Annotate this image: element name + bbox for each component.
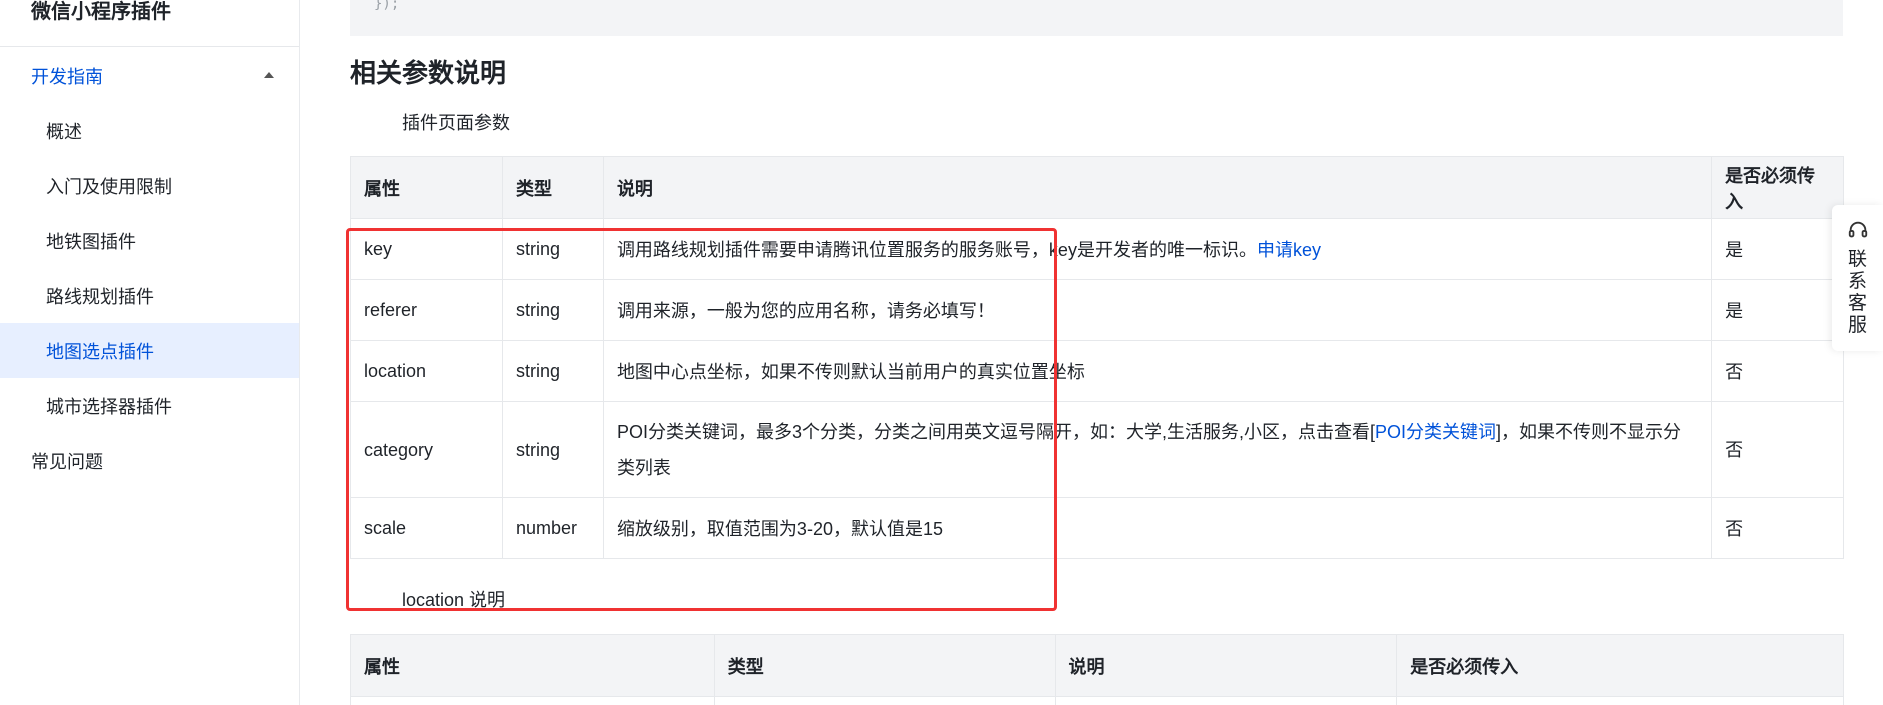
cell-type: string [501, 340, 604, 402]
cell-type: string [501, 218, 604, 280]
sidebar: 微信小程序插件 开发指南 概述 入门及使用限制 地铁图插件 路线规划插件 地图选… [0, 0, 300, 705]
column-header: 说明 [602, 156, 1713, 219]
cell-required: 否 [1711, 340, 1844, 402]
cell-attr: location [350, 340, 503, 402]
table-row: scale number 缩放级别，取值范围为3-20，默认值是15 否 [350, 497, 1844, 559]
headset-icon [1847, 219, 1869, 241]
cell-attr: scale [350, 497, 503, 559]
column-header: 类型 [713, 634, 1056, 697]
column-header: 属性 [350, 634, 715, 697]
sidebar-item-label: 常见问题 [31, 451, 103, 472]
sidebar-item-faq[interactable]: 常见问题 [0, 433, 299, 488]
sidebar-item-label: 入门及使用限制 [46, 176, 172, 197]
sidebar-item-subway-plugin[interactable]: 地铁图插件 [0, 213, 299, 268]
sidebar-group-dev-guide[interactable]: 开发指南 [0, 48, 299, 103]
chevron-up-icon [264, 72, 274, 78]
sidebar-item-getting-started[interactable]: 入门及使用限制 [0, 158, 299, 213]
cell-required: 否 [1711, 497, 1844, 559]
poi-category-link[interactable]: POI分类关键词 [1375, 422, 1496, 442]
sidebar-divider [0, 46, 299, 47]
cell-type: string [501, 401, 604, 498]
apply-key-link[interactable]: 申请key [1257, 240, 1321, 260]
table-row: key string 调用路线规划插件需要申请腾讯位置服务的服务账号，key是开… [350, 218, 1844, 280]
sidebar-item-label: 概述 [46, 121, 82, 142]
cell-required: 否 [1711, 401, 1844, 498]
sidebar-item-label: 城市选择器插件 [46, 396, 172, 417]
cell-attr: category [350, 401, 503, 498]
column-header: 是否必须传入 [1396, 634, 1844, 697]
table-header-row: 属性 类型 说明 是否必须传入 [350, 634, 1844, 697]
table-row: category string POI分类关键词，最多3个分类，分类之间用英文逗… [350, 401, 1844, 498]
desc-text: POI分类关键词，最多3个分类，分类之间用英文逗号隔开，如：大学,生活服务,小区… [616, 421, 1375, 442]
contact-support-label: 联系客服 [1847, 249, 1867, 336]
cell-required: 是 [1711, 218, 1844, 280]
cell-required: 是 [1711, 279, 1844, 341]
sidebar-group-label: 开发指南 [31, 66, 103, 87]
sidebar-item-route-plugin[interactable]: 路线规划插件 [0, 268, 299, 323]
column-header: 类型 [501, 156, 604, 219]
sidebar-title: 微信小程序插件 [31, 1, 171, 23]
cell-type: string [501, 279, 604, 341]
table-header-row: 属性 类型 说明 是否必须传入 [350, 156, 1844, 219]
desc-text: 调用路线规划插件需要申请腾讯位置服务的服务账号，key是开发者的唯一标识。 [616, 240, 1257, 260]
cell-desc: 缩放级别，取值范围为3-20，默认值是15 [602, 497, 1713, 559]
cell-type: number [501, 497, 604, 559]
column-header: 是否必须传入 [1711, 156, 1844, 219]
table-row: location string 地图中心点坐标，如果不传则默认当前用户的真实位置… [350, 340, 1844, 402]
table-row [350, 696, 1844, 705]
sidebar-item-city-selector-plugin[interactable]: 城市选择器插件 [0, 378, 299, 433]
cell-desc: 调用来源，一般为您的应用名称，请务必填写！ [602, 279, 1713, 341]
section-subheading: 插件页面参数 [402, 113, 510, 133]
code-block: }); [350, 0, 1843, 36]
column-header: 说明 [1054, 634, 1398, 697]
cell-attr: key [350, 218, 503, 280]
cell-desc: POI分类关键词，最多3个分类，分类之间用英文逗号隔开，如：大学,生活服务,小区… [602, 401, 1713, 498]
params-table: 属性 类型 说明 是否必须传入 key string 调用路线规划插件需要申请腾… [350, 156, 1844, 559]
table-row: referer string 调用来源，一般为您的应用名称，请务必填写！ 是 [350, 279, 1844, 341]
sidebar-item-overview[interactable]: 概述 [0, 103, 299, 158]
sidebar-item-map-picker-plugin[interactable]: 地图选点插件 [0, 323, 299, 378]
cell-attr: referer [350, 279, 503, 341]
location-table: 属性 类型 说明 是否必须传入 [350, 634, 1844, 705]
code-text: }); [374, 0, 400, 12]
sidebar-item-label: 地图选点插件 [46, 341, 154, 362]
section-heading: 相关参数说明 [350, 58, 507, 88]
contact-support-button[interactable]: 联系客服 [1832, 205, 1883, 351]
cell-desc: 地图中心点坐标，如果不传则默认当前用户的真实位置坐标 [602, 340, 1713, 402]
sidebar-item-label: 路线规划插件 [46, 286, 154, 307]
sidebar-item-label: 地铁图插件 [46, 231, 136, 252]
column-header: 属性 [350, 156, 503, 219]
cell-desc: 调用路线规划插件需要申请腾讯位置服务的服务账号，key是开发者的唯一标识。申请k… [602, 218, 1713, 280]
location-subheading: location 说明 [402, 590, 506, 610]
